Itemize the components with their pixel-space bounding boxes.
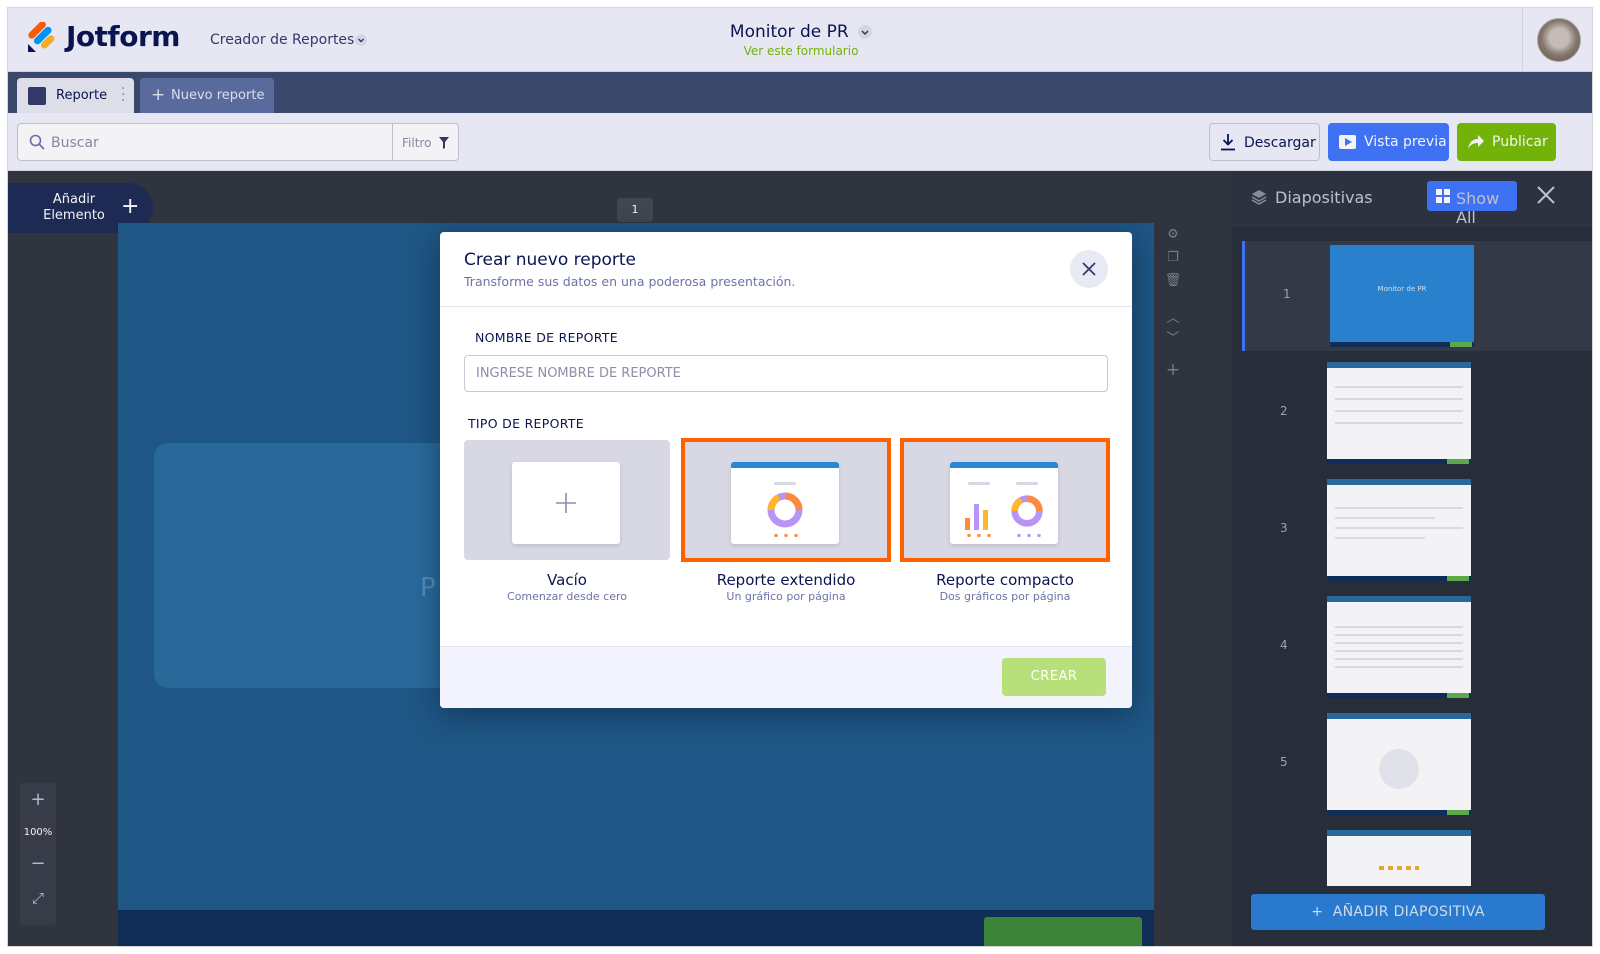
compact-card — [950, 462, 1058, 544]
report-name-label: NOMBRE DE REPORTE — [475, 330, 618, 345]
empty-card — [512, 462, 620, 544]
report-type-empty[interactable] — [464, 440, 670, 560]
close-icon — [1082, 262, 1096, 276]
option-title-extended: Reporte extendido — [716, 571, 856, 589]
legend-dots — [1014, 534, 1042, 537]
close-button[interactable] — [1070, 250, 1108, 288]
report-name-input[interactable] — [464, 355, 1108, 392]
legend-dots — [964, 534, 992, 537]
option-title-empty: Vacío — [547, 571, 587, 589]
modal-title: Crear nuevo reporte — [464, 250, 637, 270]
legend-dots — [771, 534, 799, 537]
app-window: Jotform Creador de Reportes Monitor de P… — [7, 7, 1593, 947]
modal-subtitle: Transforme sus datos en una poderosa pre… — [464, 274, 796, 289]
option-subtitle-extended: Un gráfico por página — [726, 590, 846, 603]
option-subtitle-empty: Comenzar desde cero — [507, 590, 627, 603]
modal-divider — [440, 306, 1132, 307]
plus-icon — [556, 493, 576, 513]
card-title-line — [774, 482, 796, 485]
create-button[interactable]: CREAR — [1002, 658, 1106, 696]
card-title-line — [968, 482, 990, 485]
modal-footer: CREAR — [440, 646, 1132, 708]
create-report-modal: Crear nuevo reporte Transforme sus datos… — [440, 232, 1132, 708]
card-title-line — [1016, 482, 1038, 485]
report-type-compact[interactable] — [900, 438, 1110, 562]
report-type-label: TIPO DE REPORTE — [468, 416, 584, 431]
option-title-compact: Reporte compacto — [936, 571, 1074, 589]
report-type-extended[interactable] — [681, 438, 891, 562]
donut-chart-icon — [767, 492, 803, 528]
donut-chart-icon — [1011, 495, 1043, 527]
option-subtitle-compact: Dos gráficos por página — [939, 590, 1071, 603]
extended-card — [731, 462, 839, 544]
bar-chart-icon — [965, 504, 988, 530]
